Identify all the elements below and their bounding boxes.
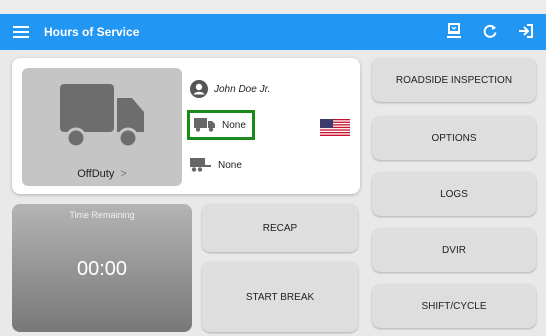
- account-circle-icon: [190, 80, 208, 98]
- status-bar: [0, 0, 546, 14]
- sync-device-icon[interactable]: [446, 22, 462, 40]
- logs-button[interactable]: LOGS: [372, 172, 536, 216]
- time-remaining-value: 00:00: [76, 258, 128, 280]
- truck-icon: [60, 84, 144, 149]
- time-remaining-panel: Time Remaining 00:00: [12, 204, 192, 332]
- dvir-button[interactable]: DVIR: [372, 228, 536, 272]
- roadside-inspection-button[interactable]: ROADSIDE INSPECTION: [372, 58, 536, 102]
- duty-status-button[interactable]: OffDuty >: [22, 68, 182, 186]
- driver-name: John Doe Jr.: [214, 83, 271, 95]
- page-title: Hours of Service: [44, 25, 140, 39]
- vehicle-icon: [194, 118, 216, 132]
- chevron-right-icon: >: [120, 168, 127, 180]
- start-break-button[interactable]: START BREAK: [202, 262, 358, 332]
- duty-status-label: OffDuty: [77, 168, 115, 180]
- driver-row: John Doe Jr.: [190, 80, 270, 98]
- menu-icon[interactable]: [13, 26, 29, 38]
- refresh-icon[interactable]: [482, 22, 498, 40]
- trailer-row[interactable]: None: [190, 158, 242, 172]
- vehicle-selector[interactable]: None: [187, 110, 255, 140]
- app-bar: Hours of Service: [0, 14, 546, 50]
- recap-button[interactable]: RECAP: [202, 204, 358, 252]
- vehicle-value: None: [222, 119, 246, 131]
- shift-cycle-button[interactable]: SHIFT/CYCLE: [372, 284, 536, 328]
- time-remaining-label: Time Remaining: [69, 210, 135, 220]
- options-button[interactable]: OPTIONS: [372, 116, 536, 160]
- trailer-icon: [190, 158, 212, 172]
- trailer-value: None: [218, 159, 242, 171]
- us-flag-icon: [320, 119, 350, 136]
- status-card: OffDuty > John Doe Jr. None None: [12, 58, 360, 194]
- logout-icon[interactable]: [518, 22, 534, 40]
